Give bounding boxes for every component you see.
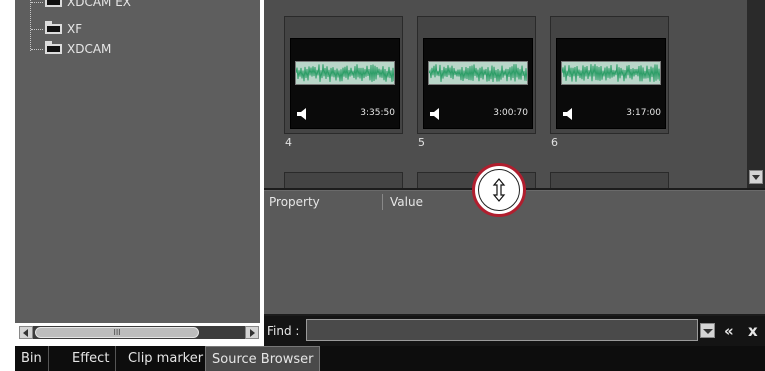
clip-preview: 3:00:70 <box>423 38 533 129</box>
tree-item-label: XDCAM <box>67 42 112 56</box>
panel-tab-bar: Bin Effect Clip marker Source Browser <box>15 346 765 371</box>
column-header-value[interactable]: Value <box>390 191 423 213</box>
clip-thumbnail-4[interactable]: 3:35:50 <box>284 16 403 134</box>
tree-item-xdcam[interactable]: XDCAM <box>31 41 112 57</box>
clip-thumbnail-partial[interactable] <box>284 172 403 188</box>
arrow-left-icon <box>23 329 28 337</box>
tab-source-browser[interactable]: Source Browser <box>205 346 321 371</box>
tree-item-label: XDCAM EX <box>67 0 132 9</box>
scroll-down-button[interactable] <box>749 170 763 184</box>
find-dropdown-button[interactable] <box>700 323 715 338</box>
speaker-icon <box>430 108 439 120</box>
tab-clip-marker[interactable]: Clip marker <box>122 346 211 371</box>
clip-number: 6 <box>551 136 558 149</box>
resize-cursor-highlight <box>472 163 526 217</box>
clip-thumbnail-6[interactable]: 3:17:00 <box>550 16 669 134</box>
scroll-right-button[interactable] <box>245 326 259 339</box>
audio-waveform <box>561 61 661 85</box>
column-header-property[interactable]: Property <box>269 191 320 213</box>
column-divider[interactable] <box>382 194 383 210</box>
tree-horizontal-scrollbar[interactable]: III <box>19 326 259 339</box>
find-input[interactable] <box>306 319 698 341</box>
property-list <box>264 212 765 314</box>
clip-preview: 3:17:00 <box>556 38 666 129</box>
clip-duration: 3:00:70 <box>493 108 528 118</box>
clip-number: 5 <box>418 136 425 149</box>
scroll-thumb[interactable]: III <box>35 327 199 338</box>
chevron-down-icon <box>752 175 760 180</box>
tree-connector <box>30 0 31 51</box>
folder-icon <box>45 0 62 7</box>
find-label: Find : <box>267 324 300 338</box>
tab-bin[interactable]: Bin <box>15 346 49 371</box>
folder-icon <box>45 41 62 54</box>
folder-icon <box>45 21 62 34</box>
chevron-down-icon <box>703 329 713 334</box>
grid-vertical-scrollbar[interactable] <box>747 0 765 188</box>
tab-effect[interactable]: Effect <box>66 346 117 371</box>
clip-duration: 3:35:50 <box>360 108 395 118</box>
clip-thumbnail-grid: 3:35:50 4 3:00:70 5 3:17:00 6 <box>264 0 747 188</box>
find-bar: Find : « x <box>264 316 765 346</box>
arrow-right-icon <box>250 329 255 337</box>
tree-item-label: XF <box>67 22 83 36</box>
clip-thumbnail-partial[interactable] <box>550 172 669 188</box>
scroll-thumb-grip: III <box>113 328 121 337</box>
folder-tree: XDCAM EX XF XDCAM <box>15 0 260 323</box>
editor-window: XDCAM EX XF XDCAM III 3:35:50 4 3:00:70 … <box>0 0 765 371</box>
tree-item-xf[interactable]: XF <box>31 21 83 37</box>
tree-item-xdcam-ex[interactable]: XDCAM EX <box>31 0 132 10</box>
find-close-button[interactable]: x <box>748 322 758 340</box>
clip-number: 4 <box>285 136 292 149</box>
find-previous-button[interactable]: « <box>724 322 734 340</box>
speaker-icon <box>297 108 306 120</box>
clip-thumbnail-5[interactable]: 3:00:70 <box>417 16 536 134</box>
resize-vertical-icon <box>492 178 506 202</box>
clip-duration: 3:17:00 <box>626 108 661 118</box>
audio-waveform <box>428 61 528 85</box>
speaker-icon <box>563 108 572 120</box>
scroll-left-button[interactable] <box>19 326 33 339</box>
clip-preview: 3:35:50 <box>290 38 400 129</box>
audio-waveform <box>295 61 395 85</box>
